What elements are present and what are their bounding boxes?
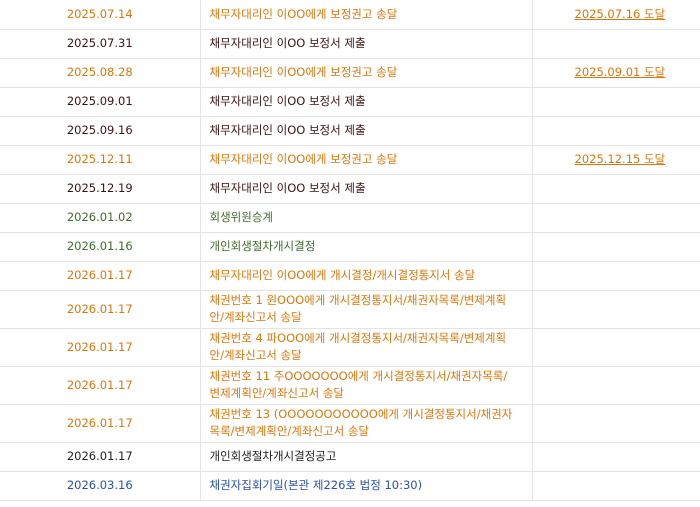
row-content: 채무자대리인 이OO에게 보정권고 송달	[200, 58, 533, 87]
row-date: 2026.01.16	[0, 232, 201, 261]
table-row: 2026.01.17 채권번호 4 파OOO에게 개시결정통지서/채권자목록/변…	[0, 328, 700, 366]
table-row: 2026.01.17 채무자대리인 이OO에게 개시결정/개시결정통지서 송달	[0, 261, 700, 290]
row-result	[532, 366, 700, 404]
row-date: 2026.01.17	[0, 261, 201, 290]
row-content: 채무자대리인 이OO 보정서 제출	[200, 87, 533, 116]
row-date: 2025.12.19	[0, 174, 201, 203]
row-date: 2026.01.17	[0, 404, 201, 442]
table-row: 2025.08.28 채무자대리인 이OO에게 보정권고 송달 2025.09.…	[0, 58, 700, 87]
row-date: 2025.09.16	[0, 116, 201, 145]
row-date: 2025.08.28	[0, 58, 201, 87]
row-result	[532, 261, 700, 290]
row-content: 회생위원승계	[200, 203, 533, 232]
table-row: 2026.01.17 채권번호 11 주OOOOOOO에게 개시결정통지서/채권…	[0, 366, 700, 404]
table-row: 2025.12.19 채무자대리인 이OO 보정서 제출	[0, 174, 700, 203]
table-row: 2026.01.17 채권번호 1 원OOO에게 개시결정통지서/채권자목록/변…	[0, 290, 700, 328]
row-date: 2025.07.31	[0, 29, 201, 58]
row-result	[532, 471, 700, 500]
table-row: 2025.07.14 채무자대리인 이OO에게 보정권고 송달 2025.07.…	[0, 0, 700, 29]
row-content: 채권자집회기일(본관 제226호 법정 10:30)	[200, 471, 533, 500]
row-result	[532, 404, 700, 442]
row-content: 개인회생절차개시결정	[200, 232, 533, 261]
row-content: 채권번호 13 (OOOOOOOOOOO에게 개시결정통지서/채권자목록/변제계…	[200, 404, 533, 442]
table-row: 2026.01.02 회생위원승계	[0, 203, 700, 232]
row-content: 개인회생절차개시결정공고	[200, 442, 533, 471]
table-row: 2026.01.17 개인회생절차개시결정공고	[0, 442, 700, 471]
row-content: 채무자대리인 이OO 보정서 제출	[200, 116, 533, 145]
row-date: 2026.01.02	[0, 203, 201, 232]
row-content: 채무자대리인 이OO 보정서 제출	[200, 29, 533, 58]
row-result	[532, 290, 700, 328]
row-content: 채권번호 1 원OOO에게 개시결정통지서/채권자목록/변제계획안/계좌신고서 …	[200, 290, 533, 328]
row-date: 2026.01.17	[0, 442, 201, 471]
row-date: 2025.07.14	[0, 0, 201, 29]
row-result	[532, 174, 700, 203]
row-date: 2026.01.17	[0, 366, 201, 404]
row-content: 채무자대리인 이OO에게 보정권고 송달	[200, 0, 533, 29]
row-result	[532, 442, 700, 471]
table-row: 2025.12.11 채무자대리인 이OO에게 보정권고 송달 2025.12.…	[0, 145, 700, 174]
row-result-link[interactable]: 2025.07.16 도달	[575, 7, 666, 21]
table-row: 2025.07.31 채무자대리인 이OO 보정서 제출	[0, 29, 700, 58]
row-result	[532, 232, 700, 261]
row-date: 2026.01.17	[0, 290, 201, 328]
row-content: 채무자대리인 이OO에게 보정권고 송달	[200, 145, 533, 174]
row-content: 채무자대리인 이OO에게 개시결정/개시결정통지서 송달	[200, 261, 533, 290]
row-result-link[interactable]: 2025.09.01 도달	[575, 65, 666, 79]
row-date: 2026.03.16	[0, 471, 201, 500]
row-date: 2025.12.11	[0, 145, 201, 174]
table-row: 2025.09.01 채무자대리인 이OO 보정서 제출	[0, 87, 700, 116]
row-result	[532, 29, 700, 58]
case-history-table: 2025.07.14 채무자대리인 이OO에게 보정권고 송달 2025.07.…	[0, 0, 700, 501]
table-row: 2025.09.16 채무자대리인 이OO 보정서 제출	[0, 116, 700, 145]
table-row: 2026.01.16 개인회생절차개시결정	[0, 232, 700, 261]
row-date: 2026.01.17	[0, 328, 201, 366]
table-row: 2026.01.17 채권번호 13 (OOOOOOOOOOO에게 개시결정통지…	[0, 404, 700, 442]
row-result	[532, 203, 700, 232]
row-content: 채권번호 11 주OOOOOOO에게 개시결정통지서/채권자목록/변제계획안/계…	[200, 366, 533, 404]
row-result	[532, 87, 700, 116]
row-result-link[interactable]: 2025.12.15 도달	[575, 152, 666, 166]
row-result	[532, 116, 700, 145]
row-content: 채무자대리인 이OO 보정서 제출	[200, 174, 533, 203]
row-result	[532, 328, 700, 366]
row-content: 채권번호 4 파OOO에게 개시결정통지서/채권자목록/변제계획안/계좌신고서 …	[200, 328, 533, 366]
table-row: 2026.03.16 채권자집회기일(본관 제226호 법정 10:30)	[0, 471, 700, 500]
row-date: 2025.09.01	[0, 87, 201, 116]
